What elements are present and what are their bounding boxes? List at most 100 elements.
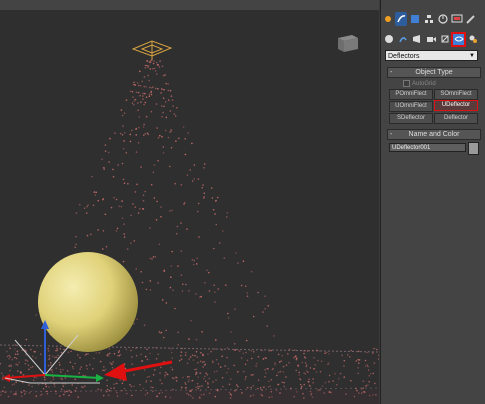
pomniflect-button[interactable]: POmniFlect: [389, 89, 433, 100]
sphere-icon[interactable]: [383, 34, 394, 45]
particle: [47, 364, 50, 367]
category-dropdown[interactable]: Deflectors ▼: [385, 50, 478, 61]
systems-icon[interactable]: [467, 34, 478, 45]
particle: [257, 379, 260, 382]
particle: [222, 230, 224, 232]
particle: [199, 372, 201, 374]
object-name-field[interactable]: UDeflector001: [389, 143, 466, 152]
particle: [156, 73, 158, 75]
particle: [225, 284, 227, 286]
particle: [203, 167, 205, 169]
particle: [156, 127, 158, 129]
particle: [98, 352, 101, 354]
particle: [227, 367, 230, 370]
particle: [174, 182, 176, 185]
particle: [279, 392, 281, 394]
object-color-swatch[interactable]: [468, 142, 479, 155]
particle: [25, 338, 28, 341]
particle: [112, 175, 115, 178]
particle: [287, 353, 289, 355]
particle: [61, 378, 63, 380]
particle: [145, 379, 148, 382]
particle: [289, 387, 292, 390]
particle: [97, 229, 99, 231]
particle: [245, 339, 248, 342]
particle: [51, 369, 53, 371]
particle: [199, 389, 202, 392]
modify-tab-icon[interactable]: [409, 12, 421, 26]
rollout-object-type-header[interactable]: - Object Type: [387, 67, 481, 78]
particle: [260, 393, 262, 396]
particle: [20, 395, 23, 398]
shape-icon[interactable]: [397, 34, 408, 45]
particle: [304, 372, 307, 375]
particle: [239, 350, 241, 353]
particle: [171, 209, 173, 212]
particle: [189, 356, 192, 358]
particle: [126, 248, 129, 250]
particle: [55, 356, 57, 359]
particle: [154, 255, 157, 258]
particle: [323, 392, 326, 394]
particle: [152, 390, 154, 393]
particle: [215, 339, 217, 341]
utilities-tab-icon[interactable]: [465, 12, 477, 26]
particle: [349, 356, 351, 358]
particle: [195, 373, 197, 376]
uomniflect-button[interactable]: UOmniFlect: [389, 101, 433, 112]
particle: [241, 392, 243, 394]
particle: [305, 364, 308, 366]
particle: [303, 383, 306, 386]
particle: [131, 363, 133, 365]
sphere-object[interactable]: [38, 252, 138, 352]
autogrid-checkbox[interactable]: [403, 80, 410, 87]
udeflector-button[interactable]: UDeflector: [434, 100, 478, 111]
particle: [103, 167, 105, 169]
somniflect-button[interactable]: SOmniFlect: [434, 89, 478, 100]
sdeflector-button[interactable]: SDeflector: [389, 113, 433, 124]
viewport-perspective[interactable]: [0, 0, 379, 404]
hierarchy-tab-icon[interactable]: [423, 12, 435, 26]
particle: [319, 389, 321, 391]
particle: [195, 350, 198, 353]
particle: [200, 394, 202, 396]
light-icon[interactable]: [411, 34, 422, 45]
sun-icon[interactable]: [383, 12, 393, 26]
particle: [214, 213, 216, 215]
spacewarp-icon[interactable]: [451, 31, 466, 47]
particle: [102, 230, 105, 232]
rollout-name-color-header[interactable]: - Name and Color: [387, 129, 481, 140]
particle: [143, 134, 145, 136]
particle: [119, 379, 121, 381]
particle: [294, 349, 296, 352]
particle: [299, 383, 302, 386]
particle: [313, 356, 315, 359]
particle-emitter-gizmo[interactable]: [131, 40, 173, 60]
helper-icon[interactable]: [439, 34, 450, 45]
particle: [161, 116, 163, 118]
particle: [102, 369, 104, 372]
particle: [145, 96, 148, 98]
particle: [367, 365, 369, 368]
particle: [252, 351, 255, 353]
motion-tab-icon[interactable]: [437, 12, 449, 26]
particle: [305, 370, 308, 372]
particle: [50, 364, 52, 366]
particle: [133, 240, 136, 242]
display-tab-icon[interactable]: [451, 12, 463, 26]
particle: [267, 368, 269, 370]
particle: [35, 314, 37, 316]
particle: [154, 87, 157, 90]
create-tab-icon[interactable]: [395, 12, 407, 26]
particle: [80, 366, 82, 368]
particle: [281, 354, 284, 357]
camera-icon[interactable]: [425, 34, 436, 45]
particle: [152, 386, 154, 389]
particle: [283, 385, 286, 388]
particle: [162, 152, 165, 154]
deflector-button[interactable]: Deflector: [434, 113, 478, 124]
autogrid-toggle[interactable]: AutoGrid: [403, 80, 436, 87]
particle: [107, 355, 110, 357]
viewcube-icon[interactable]: [338, 35, 358, 52]
particle: [195, 371, 198, 374]
